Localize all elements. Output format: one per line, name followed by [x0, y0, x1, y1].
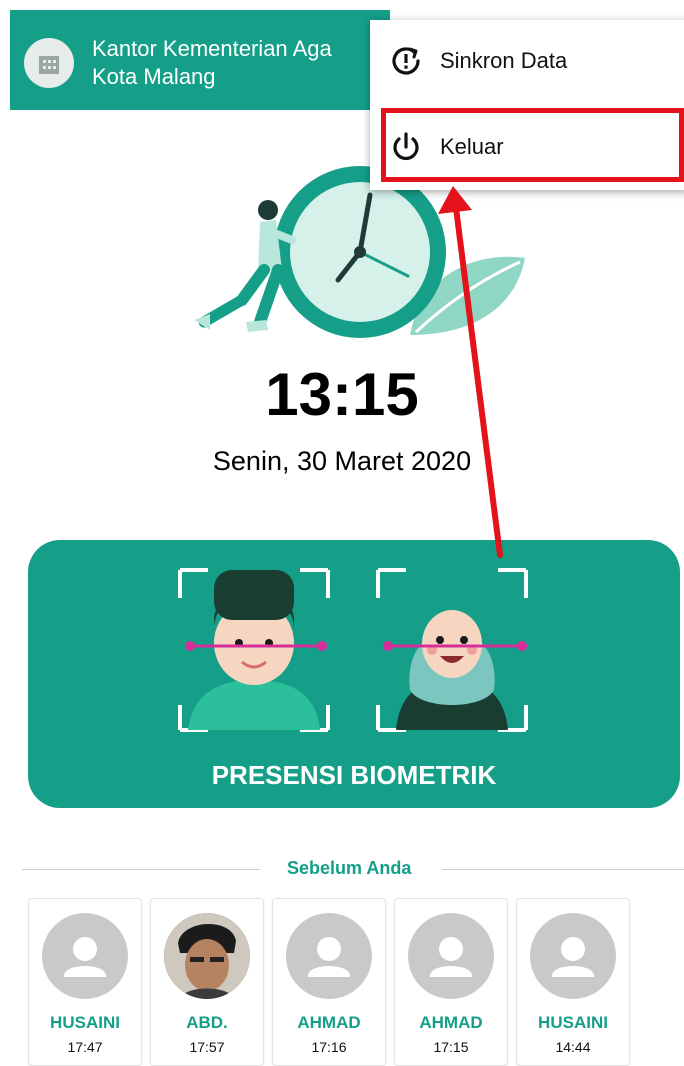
annotation-arrow	[438, 186, 503, 558]
